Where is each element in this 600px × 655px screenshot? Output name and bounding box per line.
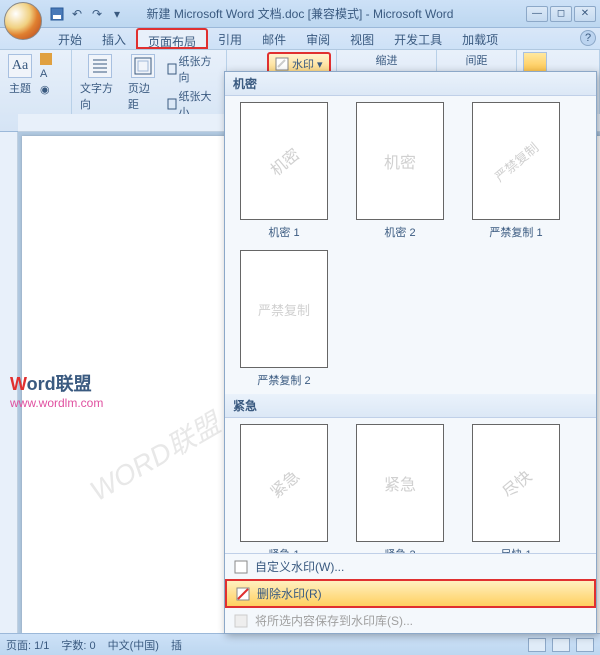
save-to-gallery-item: 将所选内容保存到水印库(S)... [225, 608, 596, 633]
orientation-button[interactable]: 纸张方向 [164, 52, 220, 86]
office-button[interactable] [4, 2, 42, 40]
view-web-layout-icon[interactable] [576, 638, 594, 652]
quick-access-toolbar: ↶ ↷ ▾ [48, 5, 126, 23]
redo-icon[interactable]: ↷ [88, 5, 106, 23]
undo-icon[interactable]: ↶ [68, 5, 86, 23]
tab-developer[interactable]: 开发工具 [384, 28, 452, 49]
chevron-down-icon: ▾ [317, 58, 323, 71]
maximize-button[interactable]: ◻ [550, 6, 572, 22]
tab-mailings[interactable]: 邮件 [252, 28, 296, 49]
titlebar: ↶ ↷ ▾ 新建 Microsoft Word 文档.doc [兼容模式] - … [0, 0, 600, 28]
remove-watermark-item[interactable]: 删除水印(R) [225, 579, 596, 608]
tab-review[interactable]: 审阅 [296, 28, 340, 49]
statusbar: 页面: 1/1 字数: 0 中文(中国) 插 [0, 633, 600, 655]
gallery-confidential: 机密机密 1 机密机密 2 严禁复制严禁复制 1 严禁复制严禁复制 2 [225, 96, 596, 394]
overlay-logo: Word联盟 www.wordlm.com [10, 370, 103, 410]
remove-watermark-icon [235, 586, 251, 602]
close-button[interactable]: ✕ [574, 6, 596, 22]
save-icon[interactable] [48, 5, 66, 23]
custom-watermark-item[interactable]: 自定义水印(W)... [225, 554, 596, 579]
theme-icon: Aa [8, 54, 32, 78]
watermark-thumb[interactable]: 尽快尽快 1 [463, 424, 569, 553]
tab-page-layout[interactable]: 页面布局 [136, 28, 208, 49]
watermark-gallery-popup: 机密 机密机密 1 机密机密 2 严禁复制严禁复制 1 严禁复制严禁复制 2 紧… [224, 71, 597, 634]
indent-label: 缩进 [376, 52, 398, 68]
theme-colors-icon[interactable] [38, 52, 54, 66]
view-print-layout-icon[interactable] [528, 638, 546, 652]
overlay-url: www.wordlm.com [10, 396, 103, 410]
theme-fonts-icon[interactable]: A [38, 67, 54, 81]
status-mode[interactable]: 插 [171, 637, 182, 653]
watermark-thumb[interactable]: 严禁复制严禁复制 2 [231, 250, 337, 388]
theme-effects-icon[interactable]: ◉ [38, 82, 54, 97]
save-gallery-icon [233, 613, 249, 629]
custom-watermark-icon [233, 559, 249, 575]
tab-insert[interactable]: 插入 [92, 28, 136, 49]
theme-button[interactable]: Aa 主题 [6, 52, 34, 98]
margins-icon [131, 54, 155, 78]
watermark-thumb[interactable]: 紧急紧急 1 [231, 424, 337, 553]
gallery-urgent: 紧急紧急 1 紧急紧急 2 尽快尽快 1 [225, 418, 596, 553]
view-full-screen-icon[interactable] [552, 638, 570, 652]
tab-references[interactable]: 引用 [208, 28, 252, 49]
spacing-label: 间距 [466, 52, 488, 68]
watermark-thumb[interactable]: 机密机密 1 [231, 102, 337, 240]
window-title: 新建 Microsoft Word 文档.doc [兼容模式] - Micros… [147, 5, 454, 22]
text-direction-button[interactable]: 文字方向 [78, 52, 122, 114]
watermark-thumb[interactable]: 严禁复制严禁复制 1 [463, 102, 569, 240]
popup-footer: 自定义水印(W)... 删除水印(R) 将所选内容保存到水印库(S)... [225, 553, 596, 633]
help-icon[interactable]: ? [580, 30, 596, 46]
section-urgent: 紧急 [225, 394, 596, 418]
watermark-thumb[interactable]: 紧急紧急 2 [347, 424, 453, 553]
text-direction-icon [88, 54, 112, 78]
status-words[interactable]: 字数: 0 [61, 637, 95, 653]
minimize-button[interactable]: — [526, 6, 548, 22]
background-watermark: WORD联盟 [82, 403, 227, 510]
tab-home[interactable]: 开始 [48, 28, 92, 49]
ribbon-tabs: 开始 插入 页面布局 引用 邮件 审阅 视图 开发工具 加载项 [0, 28, 600, 50]
watermark-icon [275, 57, 289, 71]
qat-more-icon[interactable]: ▾ [108, 5, 126, 23]
section-confidential: 机密 [225, 72, 596, 96]
status-language[interactable]: 中文(中国) [108, 637, 159, 653]
margins-button[interactable]: 页边距 [126, 52, 160, 114]
status-page[interactable]: 页面: 1/1 [6, 637, 49, 653]
theme-label: 主题 [9, 80, 31, 96]
tab-addins[interactable]: 加载项 [452, 28, 508, 49]
window-controls: — ◻ ✕ [526, 6, 596, 22]
tab-view[interactable]: 视图 [340, 28, 384, 49]
watermark-thumb[interactable]: 机密机密 2 [347, 102, 453, 240]
